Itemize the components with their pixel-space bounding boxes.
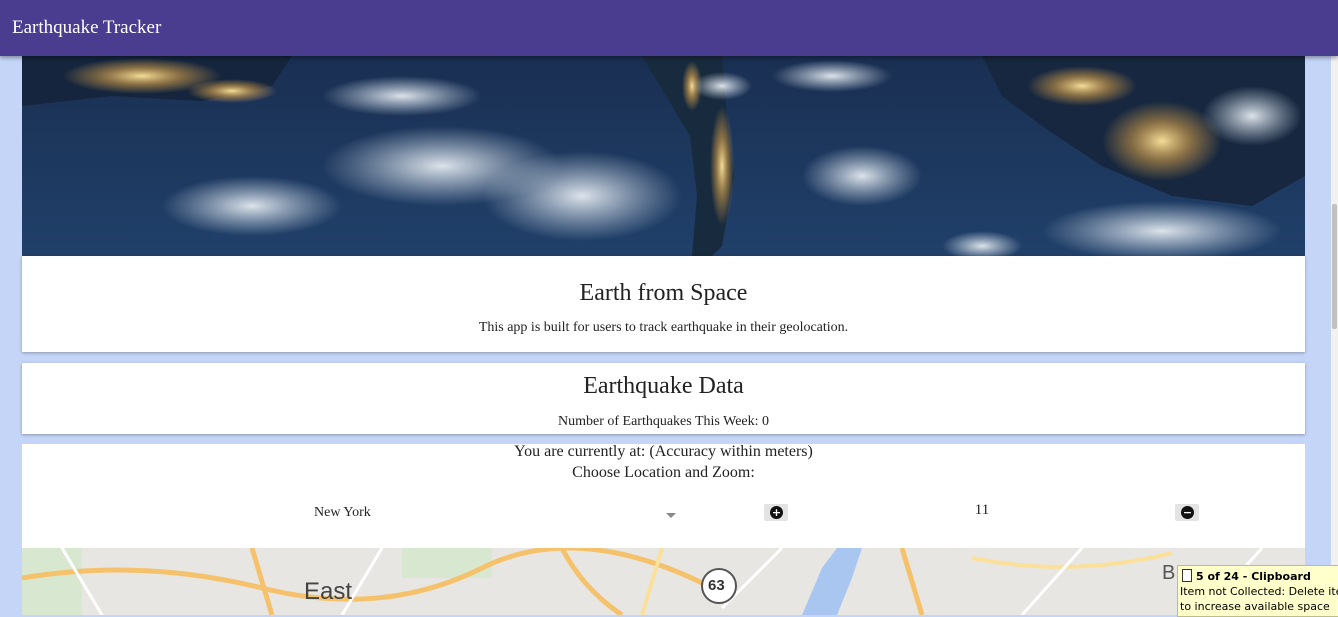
hero-image xyxy=(22,56,1305,256)
earthquake-count: Number of Earthquakes This Week: 0 xyxy=(557,414,770,429)
choose-location-label: Choose Location and Zoom: xyxy=(572,464,755,481)
clipboard-tooltip: 5 of 24 - Clipboard Item not Collected: … xyxy=(1177,565,1338,617)
map-view[interactable]: East 63 B xyxy=(22,548,1305,615)
page-scrollbar[interactable] xyxy=(1331,56,1338,615)
location-select[interactable]: New York xyxy=(314,502,686,526)
card-heading: Earthquake Data xyxy=(583,373,744,399)
clipboard-title: 5 of 24 - Clipboard xyxy=(1196,570,1311,583)
card-heading: Earth from Space xyxy=(579,280,748,306)
map-label-route: 63 xyxy=(708,577,725,594)
zoom-out-button[interactable]: − xyxy=(1175,504,1199,521)
zoom-level-value: 11 xyxy=(974,502,990,518)
location-select-value: New York xyxy=(314,505,371,520)
clipboard-message: Item not Collected: Delete items xyxy=(1180,585,1338,598)
chevron-down-icon xyxy=(666,513,676,518)
clipboard-icon xyxy=(1182,569,1192,582)
earth-from-space-card: Earth from Space This app is built for u… xyxy=(22,256,1305,352)
app-title: Earthquake Tracker xyxy=(12,17,162,38)
earthquake-data-card: Earthquake Data Number of Earthquakes Th… xyxy=(22,363,1305,434)
current-location-text: You are currently at: (Accuracy within m… xyxy=(514,443,813,460)
map-label-b: B xyxy=(1162,562,1176,584)
location-card: You are currently at: (Accuracy within m… xyxy=(22,443,1305,548)
minus-circle-icon: − xyxy=(1181,506,1194,519)
clipboard-message-cont: to increase available space xyxy=(1180,600,1330,613)
map-label-east: East xyxy=(304,578,353,605)
scrollbar-thumb[interactable] xyxy=(1332,204,1337,329)
app-bar: Earthquake Tracker xyxy=(0,0,1338,56)
plus-circle-icon: + xyxy=(770,506,783,519)
card-description: This app is built for users to track ear… xyxy=(478,320,849,335)
zoom-in-button[interactable]: + xyxy=(764,504,788,521)
